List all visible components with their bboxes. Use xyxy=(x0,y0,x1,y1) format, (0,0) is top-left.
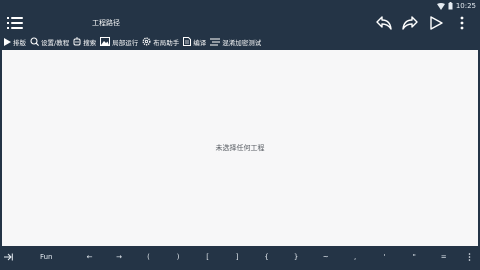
key-open-brace[interactable]: { xyxy=(252,248,282,266)
settings-tutorial-button[interactable]: 设置/教程 xyxy=(30,37,69,47)
key-close-paren[interactable]: ) xyxy=(163,248,193,266)
play-icon xyxy=(4,37,11,46)
tab-key[interactable] xyxy=(0,248,18,266)
document-icon xyxy=(183,37,192,46)
key-single-quote[interactable]: ' xyxy=(370,248,400,266)
key-more[interactable] xyxy=(458,248,480,266)
redo-icon xyxy=(402,16,418,30)
search-icon xyxy=(30,37,39,46)
redo-button[interactable] xyxy=(400,13,420,33)
layout-helper-button[interactable]: 布局助手 xyxy=(142,37,179,47)
key-right-arrow[interactable]: → xyxy=(104,248,134,266)
settings-tutorial-label: 设置/教程 xyxy=(41,38,70,47)
search-button[interactable]: 搜索 xyxy=(73,37,96,47)
more-icon xyxy=(460,16,464,30)
key-comma[interactable]: , xyxy=(340,248,370,266)
layout-helper-label: 布局助手 xyxy=(153,38,180,47)
bot-icon xyxy=(73,37,81,46)
gear-icon xyxy=(142,37,151,46)
status-bar: 10:25 xyxy=(0,0,480,12)
app-header: 工程路径 xyxy=(0,12,480,34)
image-icon xyxy=(100,37,111,46)
key-fun[interactable]: Fun xyxy=(18,248,75,266)
tab-icon xyxy=(4,253,14,261)
compile-button[interactable]: 编译 xyxy=(183,37,206,47)
menu-icon xyxy=(7,17,23,29)
key-left-arrow[interactable]: ← xyxy=(75,248,105,266)
format-label: 排版 xyxy=(13,38,26,47)
play-icon xyxy=(430,16,443,30)
project-path-title: 工程路径 xyxy=(92,19,120,27)
symbol-key-bar: Fun ← → ( ) [ ] { } ~ , ' " = xyxy=(0,248,480,266)
key-close-brace[interactable]: } xyxy=(281,248,311,266)
key-equals[interactable]: = xyxy=(429,248,459,266)
no-project-message: 未选择任何工程 xyxy=(215,144,265,152)
run-button[interactable] xyxy=(426,13,446,33)
undo-button[interactable] xyxy=(374,13,394,33)
toolbar: 排版 设置/教程 搜索 局部运行 布局助手 编译 混淆加密测试 xyxy=(0,34,480,49)
key-open-bracket[interactable]: [ xyxy=(193,248,223,266)
key-close-bracket[interactable]: ] xyxy=(222,248,252,266)
key-tilde[interactable]: ~ xyxy=(311,248,341,266)
menu-button[interactable] xyxy=(4,12,26,34)
wifi-icon xyxy=(436,2,445,10)
format-button[interactable]: 排版 xyxy=(4,37,26,47)
search-label: 搜索 xyxy=(83,38,97,47)
key-open-paren[interactable]: ( xyxy=(134,248,164,266)
more-icon xyxy=(468,253,471,261)
partial-run-label: 局部运行 xyxy=(112,38,139,47)
battery-icon xyxy=(448,2,453,10)
status-time: 10:25 xyxy=(455,2,476,10)
obfuscation-test-button[interactable]: 混淆加密测试 xyxy=(210,37,261,47)
obfuscation-test-label: 混淆加密测试 xyxy=(222,38,262,47)
overflow-menu-button[interactable] xyxy=(452,13,472,33)
key-double-quote[interactable]: " xyxy=(399,248,429,266)
partial-run-button[interactable]: 局部运行 xyxy=(100,37,138,47)
undo-icon xyxy=(376,16,392,30)
compile-label: 编译 xyxy=(193,38,207,47)
lines-icon xyxy=(210,37,221,46)
project-content-area: 未选择任何工程 xyxy=(2,50,478,246)
